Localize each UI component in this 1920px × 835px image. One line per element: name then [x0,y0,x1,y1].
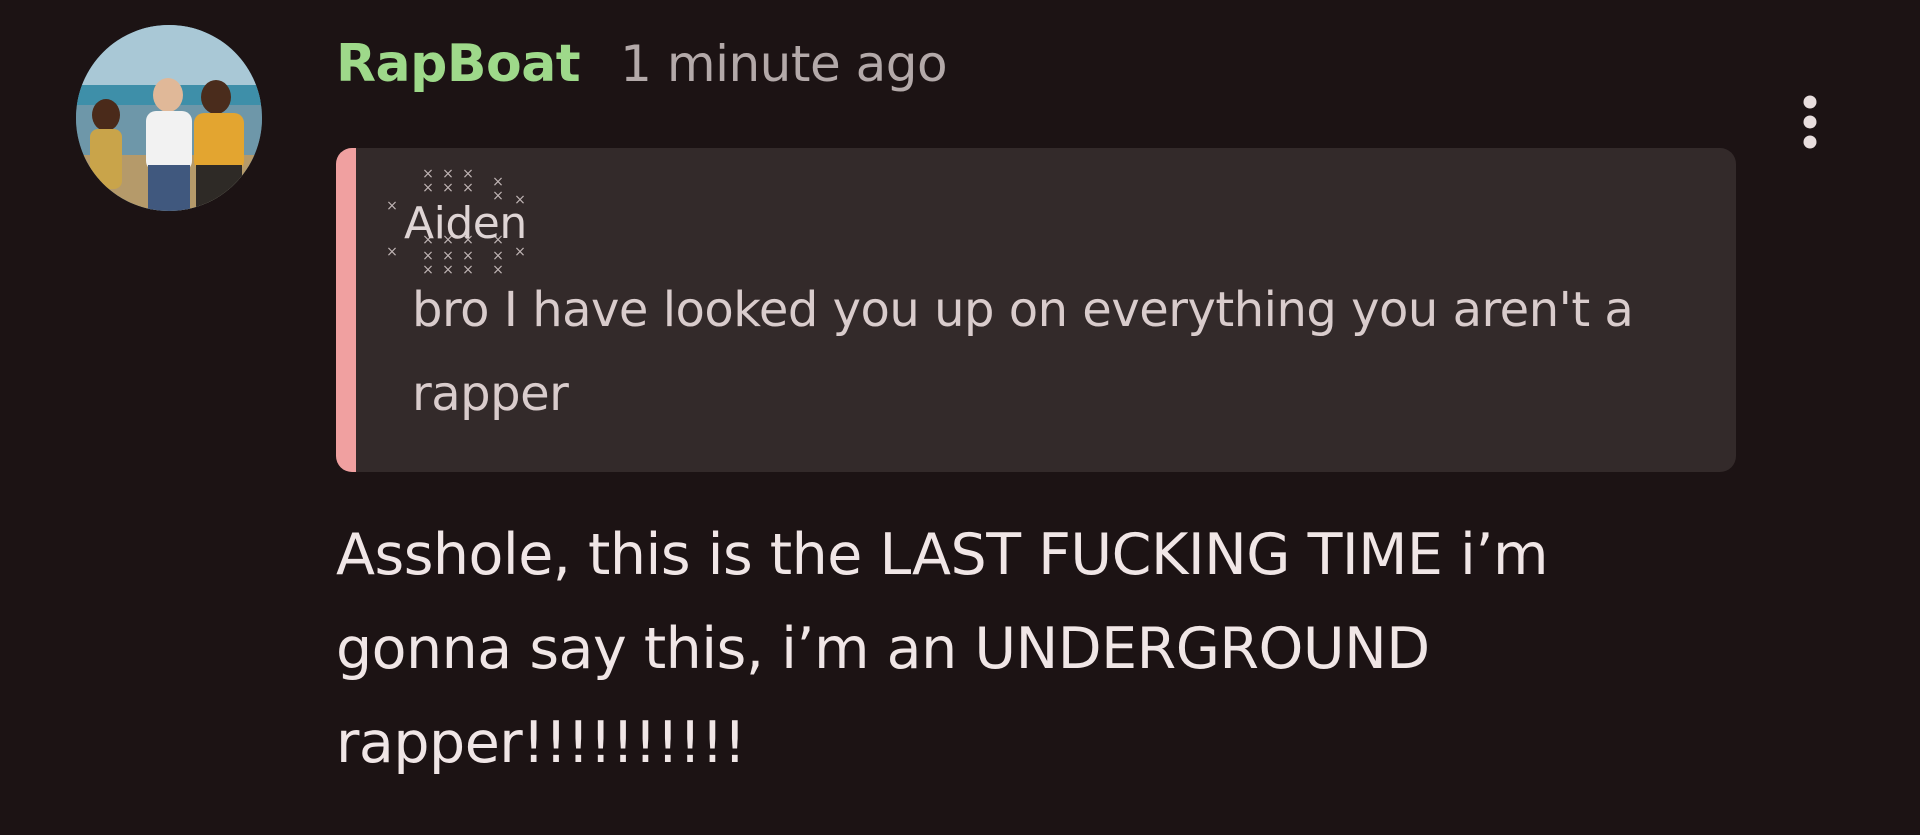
quote-text: bro I have looked you up on everything y… [412,282,1634,422]
svg-text:×: × [442,180,454,196]
quote-author: Aiden [404,198,527,249]
svg-text:×: × [462,180,474,196]
comment: RapBoat 1 minute ago × × × × × × × × × ×… [0,0,1920,835]
more-vertical-icon [1803,95,1817,149]
svg-text:×: × [388,244,398,260]
username[interactable]: RapBoat [336,34,581,94]
timestamp: 1 minute ago [620,35,948,93]
svg-text:×: × [422,180,434,196]
quoted-reply[interactable]: × × × × × × × × × × × × × × × × × × × × … [336,148,1736,472]
comment-header: RapBoat 1 minute ago [336,34,948,98]
quote-accent-bar [336,148,356,472]
quote-author-block: × × × × × × × × × × × × × × × × × × × × … [388,156,608,276]
avatar-photo-icon [76,25,262,211]
more-options-button[interactable] [1788,92,1832,158]
user-avatar[interactable] [76,25,262,211]
comment-body: Asshole, this is the LAST FUCKING TIME i… [336,522,1549,776]
svg-text:×: × [388,198,398,214]
